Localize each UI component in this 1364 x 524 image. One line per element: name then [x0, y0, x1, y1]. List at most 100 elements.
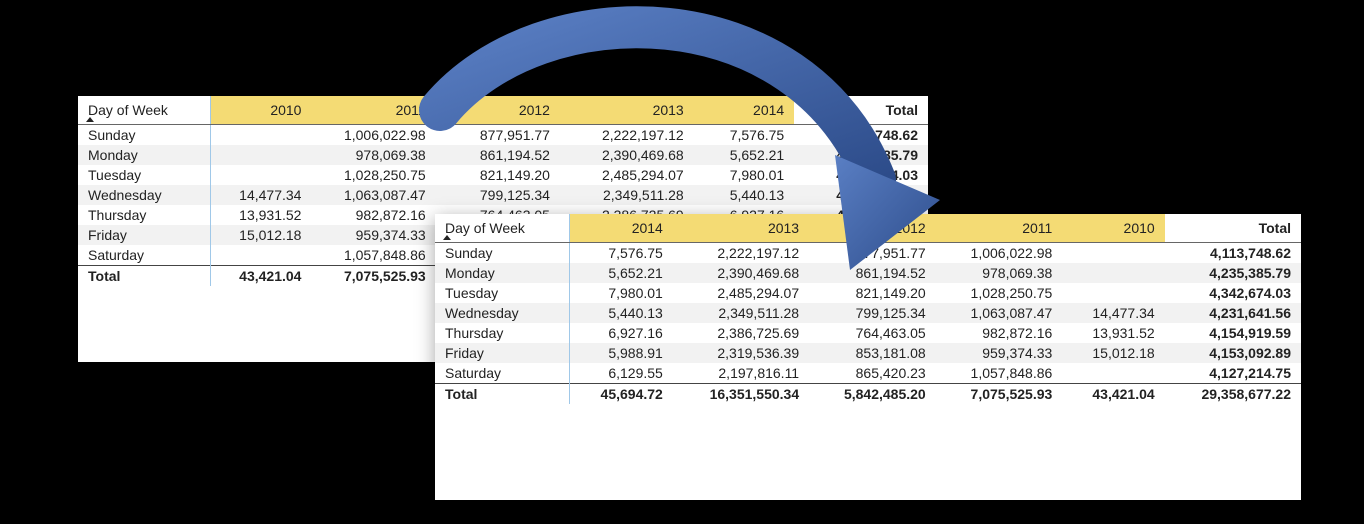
- column-total: 5,842,485.20: [809, 384, 936, 405]
- data-cell: 7,576.75: [570, 243, 673, 264]
- data-cell: 5,988.91: [570, 343, 673, 363]
- data-cell: [1062, 283, 1164, 303]
- row-label: Thursday: [435, 323, 570, 343]
- data-cell: 2,349,511.28: [560, 185, 694, 205]
- table-row: Tuesday7,980.012,485,294.07821,149.201,0…: [435, 283, 1301, 303]
- data-cell: [210, 245, 311, 266]
- row-label: Wednesday: [435, 303, 570, 323]
- data-cell: [210, 145, 311, 165]
- data-cell: 13,931.52: [1062, 323, 1164, 343]
- data-cell: 861,194.52: [809, 263, 936, 283]
- data-cell: 7,576.75: [694, 125, 794, 146]
- data-cell: 959,374.33: [311, 225, 435, 245]
- data-cell: 1,057,848.86: [936, 363, 1063, 384]
- table-row: Tuesday1,028,250.75821,149.202,485,294.0…: [78, 165, 928, 185]
- row-header-label: Day of Week: [78, 96, 210, 125]
- data-cell: 2,319,536.39: [673, 343, 809, 363]
- data-cell: 982,872.16: [311, 205, 435, 225]
- data-cell: 1,006,022.98: [936, 243, 1063, 264]
- matrix-table: Day of Week 2014 2013 2012 2011 2010 Tot…: [435, 214, 1301, 404]
- total-header: Total: [1165, 214, 1301, 243]
- data-cell: 2,197,816.11: [673, 363, 809, 384]
- data-cell: 1,063,087.47: [936, 303, 1063, 323]
- data-cell: 13,931.52: [210, 205, 311, 225]
- table-row: Wednesday5,440.132,349,511.28799,125.341…: [435, 303, 1301, 323]
- data-cell: 799,125.34: [436, 185, 560, 205]
- data-cell: 14,477.34: [1062, 303, 1164, 323]
- row-total: 4,235,385.79: [794, 145, 928, 165]
- data-cell: 7,980.01: [694, 165, 794, 185]
- data-cell: 978,069.38: [936, 263, 1063, 283]
- row-label: Friday: [435, 343, 570, 363]
- row-label: Total: [78, 266, 210, 287]
- data-cell: 2,390,469.68: [560, 145, 694, 165]
- column-total: 7,075,525.93: [311, 266, 435, 287]
- data-cell: 877,951.77: [436, 125, 560, 146]
- column-total: 7,075,525.93: [936, 384, 1063, 405]
- table-body-right: Sunday7,576.752,222,197.12877,951.771,00…: [435, 243, 1301, 405]
- row-label: Total: [435, 384, 570, 405]
- data-cell: 861,194.52: [436, 145, 560, 165]
- row-label: Saturday: [435, 363, 570, 384]
- column-headers: Day of Week 2014 2013 2012 2011 2010 Tot…: [435, 214, 1301, 243]
- row-total: 4,153,092.89: [1165, 343, 1301, 363]
- row-total: 4,127,214.75: [1165, 363, 1301, 384]
- column-total: 16,351,550.34: [673, 384, 809, 405]
- data-cell: 1,028,250.75: [311, 165, 435, 185]
- data-cell: [1062, 243, 1164, 264]
- row-label: Tuesday: [78, 165, 210, 185]
- column-headers: Day of Week 2010 2011 2012 2013 2014 Tot…: [78, 96, 928, 125]
- year-header: 2011: [311, 96, 435, 125]
- data-cell: [1062, 263, 1164, 283]
- data-cell: 5,652.21: [570, 263, 673, 283]
- year-header: 2012: [436, 96, 560, 125]
- data-cell: 15,012.18: [210, 225, 311, 245]
- table-row: Monday5,652.212,390,469.68861,194.52978,…: [435, 263, 1301, 283]
- data-cell: 821,149.20: [809, 283, 936, 303]
- row-total: 4,154,919.59: [1165, 323, 1301, 343]
- data-cell: 6,129.55: [570, 363, 673, 384]
- data-cell: 15,012.18: [1062, 343, 1164, 363]
- data-cell: 5,440.13: [570, 303, 673, 323]
- year-header: 2014: [694, 96, 794, 125]
- year-header: 2013: [560, 96, 694, 125]
- row-total: 4,235,385.79: [1165, 263, 1301, 283]
- totals-row: Total45,694.7216,351,550.345,842,485.207…: [435, 384, 1301, 405]
- table-row: Sunday7,576.752,222,197.12877,951.771,00…: [435, 243, 1301, 264]
- table-row: Sunday1,006,022.98877,951.772,222,197.12…: [78, 125, 928, 146]
- data-cell: 2,485,294.07: [673, 283, 809, 303]
- data-cell: 799,125.34: [809, 303, 936, 323]
- row-label: Tuesday: [435, 283, 570, 303]
- row-total: 4,113,748.62: [794, 125, 928, 146]
- data-cell: 959,374.33: [936, 343, 1063, 363]
- table-row: Wednesday14,477.341,063,087.47799,125.34…: [78, 185, 928, 205]
- year-header: 2012: [809, 214, 936, 243]
- data-cell: 2,349,511.28: [673, 303, 809, 323]
- row-total: 4,231,641.56: [794, 185, 928, 205]
- data-cell: 877,951.77: [809, 243, 936, 264]
- data-cell: 1,006,022.98: [311, 125, 435, 146]
- row-total: 4,113,748.62: [1165, 243, 1301, 264]
- data-cell: 821,149.20: [436, 165, 560, 185]
- row-label: Sunday: [435, 243, 570, 264]
- data-cell: 853,181.08: [809, 343, 936, 363]
- year-header: 2014: [570, 214, 673, 243]
- total-header: Total: [794, 96, 928, 125]
- data-cell: 6,927.16: [570, 323, 673, 343]
- data-cell: 2,222,197.12: [673, 243, 809, 264]
- year-header: 2010: [210, 96, 311, 125]
- year-header: 2010: [1062, 214, 1164, 243]
- table-row: Monday978,069.38861,194.522,390,469.685,…: [78, 145, 928, 165]
- year-header: 2013: [673, 214, 809, 243]
- column-total: 43,421.04: [210, 266, 311, 287]
- row-total: 4,231,641.56: [1165, 303, 1301, 323]
- data-cell: 978,069.38: [311, 145, 435, 165]
- row-label: Thursday: [78, 205, 210, 225]
- data-cell: 1,063,087.47: [311, 185, 435, 205]
- row-header-label: Day of Week: [435, 214, 570, 243]
- data-cell: 2,390,469.68: [673, 263, 809, 283]
- data-cell: 5,440.13: [694, 185, 794, 205]
- data-cell: 5,652.21: [694, 145, 794, 165]
- data-cell: 2,222,197.12: [560, 125, 694, 146]
- data-cell: 1,028,250.75: [936, 283, 1063, 303]
